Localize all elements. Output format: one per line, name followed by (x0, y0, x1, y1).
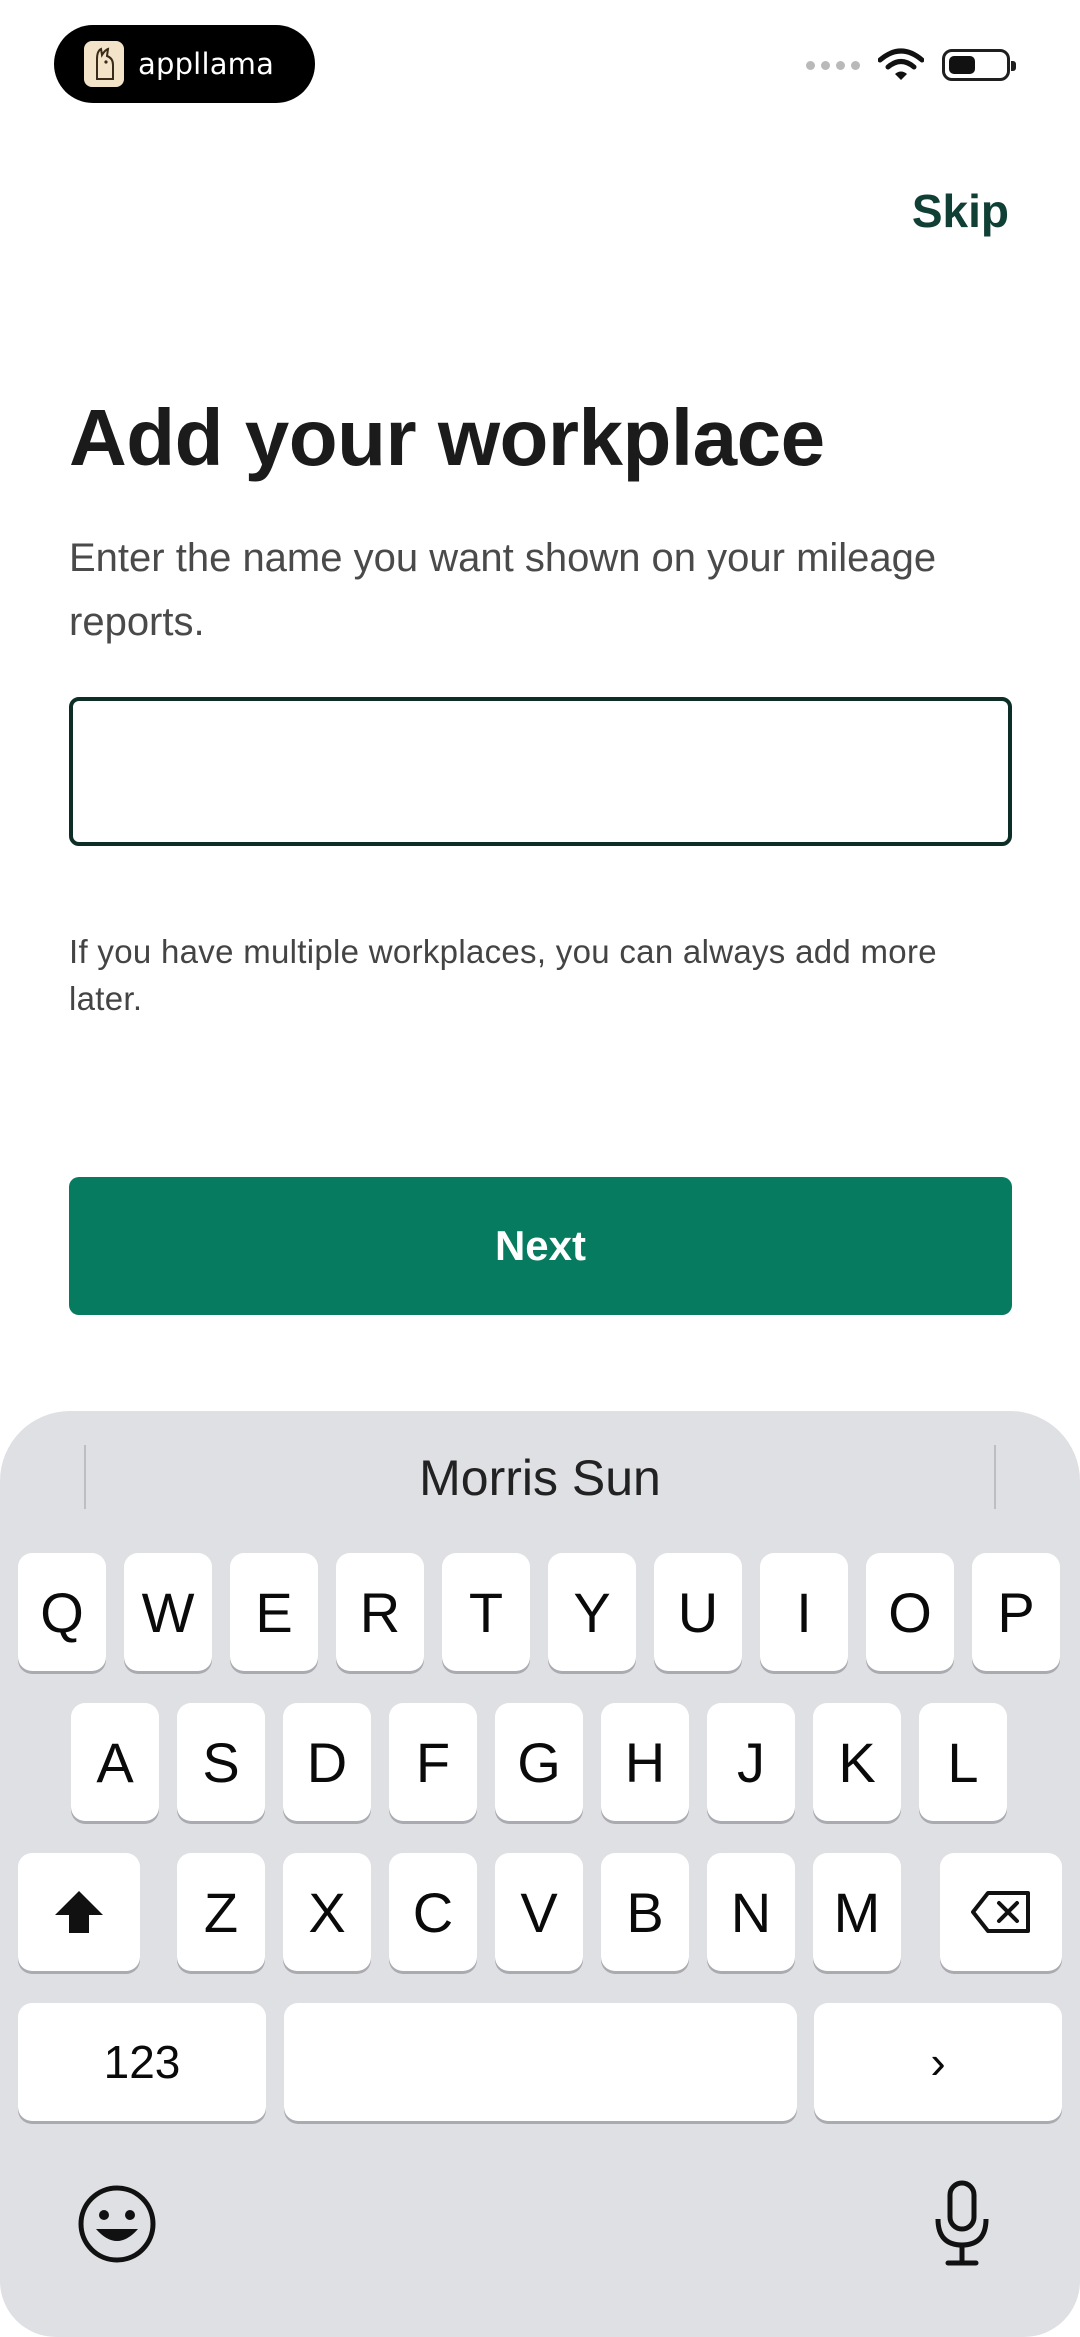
page-title: Add your workplace (69, 393, 825, 482)
key-k[interactable]: K (813, 1703, 901, 1821)
space-key[interactable] (284, 2003, 797, 2121)
suggestion-divider (994, 1445, 996, 1509)
app-badge: appllama (54, 25, 315, 103)
suggestion-item[interactable]: Morris Sun (0, 1449, 1080, 1507)
delete-icon (971, 1891, 1030, 1933)
key-j[interactable]: J (707, 1703, 795, 1821)
key-t[interactable]: T (442, 1553, 530, 1671)
key-b[interactable]: B (601, 1853, 689, 1971)
wifi-icon (878, 48, 924, 80)
microphone-icon (935, 2180, 989, 2266)
multiple-workplaces-hint: If you have multiple workplaces, you can… (69, 933, 937, 1017)
key-w[interactable]: W (124, 1553, 212, 1671)
signal-dots-icon (806, 60, 860, 70)
delete-key[interactable] (940, 1853, 1062, 1971)
shift-icon (55, 1891, 103, 1933)
brand-name: appllama (138, 47, 275, 81)
key-i[interactable]: I (760, 1553, 848, 1671)
key-c[interactable]: C (389, 1853, 477, 1971)
status-icons (806, 48, 1016, 82)
key-x[interactable]: X (283, 1853, 371, 1971)
key-d[interactable]: D (283, 1703, 371, 1821)
key-e[interactable]: E (230, 1553, 318, 1671)
key-o[interactable]: O (866, 1553, 954, 1671)
key-q[interactable]: Q (18, 1553, 106, 1671)
keyboard: Morris Sun Q W E R T Y U I O P A S D F G H J K L Z X C V B N M 123… (0, 1411, 1080, 2337)
key-u[interactable]: U (654, 1553, 742, 1671)
battery-icon (942, 49, 1016, 81)
workplace-name-input[interactable] (69, 697, 1012, 846)
emoji-button[interactable] (76, 2183, 158, 2265)
shift-key[interactable] (18, 1853, 140, 1971)
page-subtitle: Enter the name you want shown on your mi… (69, 536, 937, 644)
key-l[interactable]: L (919, 1703, 1007, 1821)
return-key[interactable]: › (814, 2003, 1062, 2121)
skip-button[interactable]: Skip (912, 184, 1009, 238)
key-s[interactable]: S (177, 1703, 265, 1821)
key-h[interactable]: H (601, 1703, 689, 1821)
key-m[interactable]: M (813, 1853, 901, 1971)
next-button[interactable]: Next (69, 1177, 1012, 1315)
llama-logo-icon (84, 41, 124, 87)
key-n[interactable]: N (707, 1853, 795, 1971)
key-f[interactable]: F (389, 1703, 477, 1821)
key-a[interactable]: A (71, 1703, 159, 1821)
emoji-icon (78, 2185, 156, 2263)
key-g[interactable]: G (495, 1703, 583, 1821)
suggestion-bar: Morris Sun (0, 1411, 1080, 1541)
numbers-key[interactable]: 123 (18, 2003, 266, 2121)
key-p[interactable]: P (972, 1553, 1060, 1671)
key-z[interactable]: Z (177, 1853, 265, 1971)
microphone-button[interactable] (932, 2179, 992, 2269)
key-y[interactable]: Y (548, 1553, 636, 1671)
key-r[interactable]: R (336, 1553, 424, 1671)
key-v[interactable]: V (495, 1853, 583, 1971)
